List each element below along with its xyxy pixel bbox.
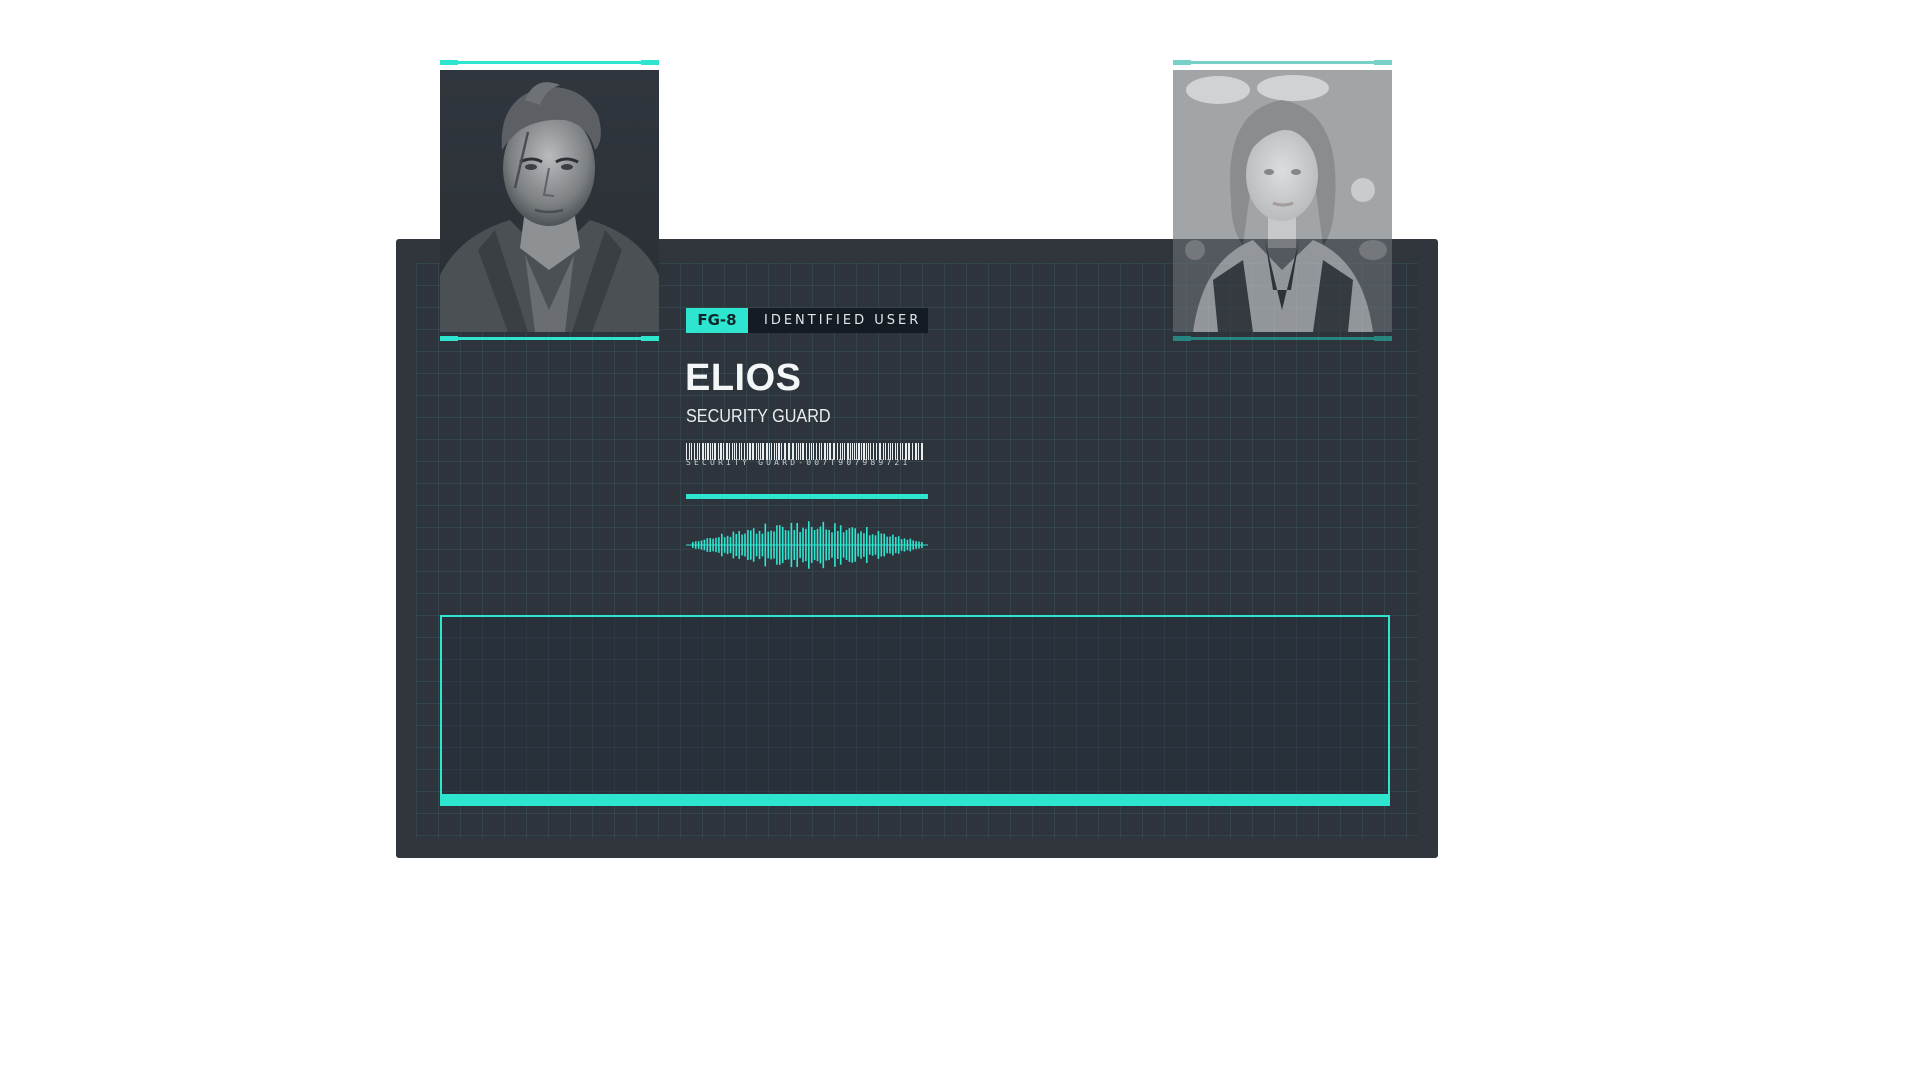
male-portrait-photo xyxy=(440,70,659,332)
portrait-frame-top xyxy=(440,60,659,65)
voice-waveform-icon xyxy=(686,521,928,569)
badge-code: FG-8 xyxy=(686,308,748,333)
user-name: ELIOS xyxy=(685,357,802,399)
primary-portrait xyxy=(440,60,659,341)
portrait-frame-bottom xyxy=(440,336,659,341)
portrait-frame-bottom xyxy=(1173,336,1392,341)
info-panel xyxy=(440,615,1390,805)
portrait-frame-top xyxy=(1173,60,1392,65)
user-role: SECURITY GUARD xyxy=(686,406,831,426)
identity-badge: FG-8 IDENTIFIED USER xyxy=(686,308,928,333)
info-panel-footer-bar xyxy=(440,794,1390,806)
accent-divider xyxy=(686,494,928,499)
female-portrait-photo xyxy=(1173,70,1392,332)
badge-label: IDENTIFIED USER xyxy=(748,308,928,333)
serial-number: SECURITY GUARD-007T907989721 xyxy=(686,458,911,467)
secondary-portrait xyxy=(1173,60,1392,341)
